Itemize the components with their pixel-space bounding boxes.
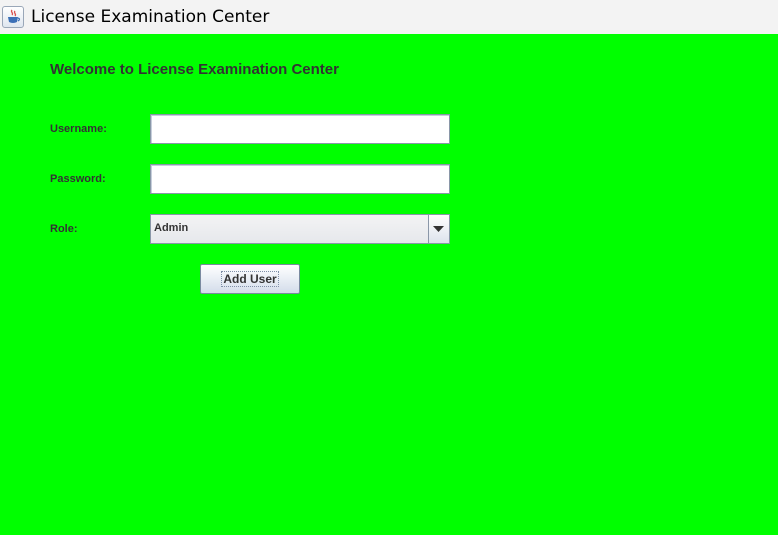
add-user-button-label: Add User — [221, 271, 279, 287]
app-window: License Examination Center Welcome to Li… — [0, 0, 778, 535]
chevron-down-icon — [433, 226, 444, 232]
title-bar: License Examination Center — [0, 0, 778, 34]
welcome-heading: Welcome to License Examination Center — [50, 61, 339, 78]
username-label: Username: — [50, 123, 107, 135]
window-title: License Examination Center — [31, 7, 270, 27]
role-selected-value: Admin — [154, 222, 189, 234]
role-label: Role: — [50, 223, 78, 235]
dropdown-arrow-button[interactable] — [428, 215, 449, 243]
password-input[interactable] — [150, 164, 450, 194]
java-cup-icon[interactable] — [2, 6, 24, 28]
username-input[interactable] — [150, 114, 450, 144]
role-select[interactable]: Admin — [150, 214, 450, 244]
add-user-button[interactable]: Add User — [200, 264, 300, 294]
password-label: Password: — [50, 173, 106, 185]
main-panel: Welcome to License Examination Center Us… — [0, 34, 778, 535]
